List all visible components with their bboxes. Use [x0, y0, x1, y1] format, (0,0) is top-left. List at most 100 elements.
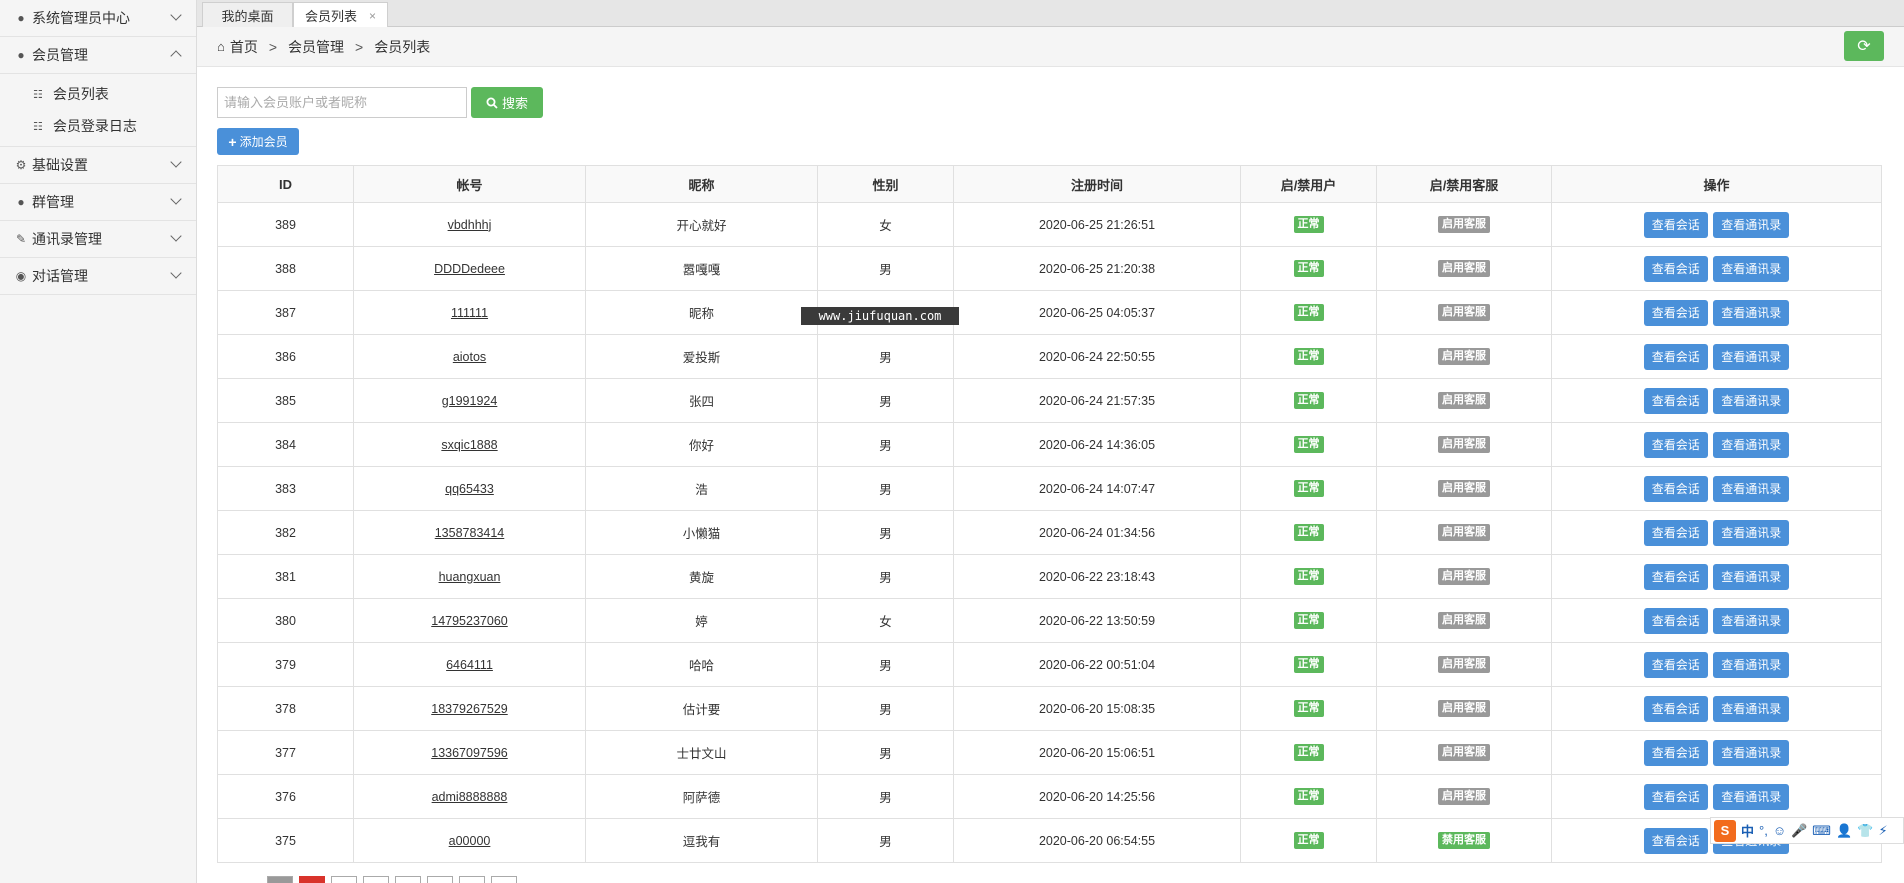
user-status-badge[interactable]: 正常 — [1293, 744, 1324, 761]
ime-lang-toggle[interactable]: 中 — [1741, 821, 1754, 840]
view-chat-button[interactable]: 查看会话 — [1643, 299, 1708, 326]
account-link[interactable]: 14795237060 — [431, 614, 507, 628]
account-link[interactable]: qq65433 — [445, 482, 494, 496]
cs-status-badge[interactable]: 启用客服 — [1438, 348, 1490, 365]
account-link[interactable]: 13367097596 — [431, 746, 507, 760]
page-button[interactable] — [491, 876, 517, 883]
sidebar-menu-item[interactable]: ● 群管理 — [0, 184, 196, 221]
user-status-badge[interactable]: 正常 — [1293, 304, 1324, 321]
view-contacts-button[interactable]: 查看通讯录 — [1713, 695, 1790, 722]
view-chat-button[interactable]: 查看会话 — [1643, 431, 1708, 458]
breadcrumb-home[interactable]: 首页 — [230, 37, 258, 57]
view-contacts-button[interactable]: 查看通讯录 — [1713, 739, 1790, 766]
user-status-badge[interactable]: 正常 — [1293, 216, 1324, 233]
view-contacts-button[interactable]: 查看通讯录 — [1713, 519, 1790, 546]
view-contacts-button[interactable]: 查看通讯录 — [1713, 211, 1790, 238]
ime-punct-toggle[interactable]: °, — [1759, 823, 1768, 838]
page-button[interactable] — [267, 876, 293, 883]
user-status-badge[interactable]: 正常 — [1293, 392, 1324, 409]
user-status-badge[interactable]: 正常 — [1293, 348, 1324, 365]
user-status-badge[interactable]: 正常 — [1293, 480, 1324, 497]
view-chat-button[interactable]: 查看会话 — [1643, 255, 1708, 282]
cs-status-badge[interactable]: 启用客服 — [1438, 568, 1490, 585]
view-chat-button[interactable]: 查看会话 — [1643, 475, 1708, 502]
view-contacts-button[interactable]: 查看通讯录 — [1713, 783, 1790, 810]
view-contacts-button[interactable]: 查看通讯录 — [1713, 343, 1790, 370]
sidebar-subitem[interactable]: ☷ 会员列表 — [0, 78, 196, 110]
cs-status-badge[interactable]: 启用客服 — [1438, 216, 1490, 233]
view-chat-button[interactable]: 查看会话 — [1643, 695, 1708, 722]
sidebar-menu-item[interactable]: ● 系统管理员中心 — [0, 0, 196, 37]
user-status-badge[interactable]: 正常 — [1293, 832, 1324, 849]
view-contacts-button[interactable]: 查看通讯录 — [1713, 475, 1790, 502]
sidebar-menu-item[interactable]: ⚙ 基础设置 — [0, 147, 196, 184]
cs-status-badge[interactable]: 启用客服 — [1438, 304, 1490, 321]
cs-status-badge[interactable]: 启用客服 — [1438, 480, 1490, 497]
view-chat-button[interactable]: 查看会话 — [1643, 343, 1708, 370]
page-button[interactable] — [459, 876, 485, 883]
cs-status-badge[interactable]: 启用客服 — [1438, 392, 1490, 409]
tab-my-desktop[interactable]: 我的桌面 — [202, 2, 293, 27]
account-link[interactable]: a00000 — [449, 834, 491, 848]
emoji-icon[interactable]: ☺ — [1773, 823, 1786, 838]
account-link[interactable]: aiotos — [453, 350, 486, 364]
view-contacts-button[interactable]: 查看通讯录 — [1713, 607, 1790, 634]
page-button-current[interactable] — [299, 876, 325, 883]
cs-status-badge[interactable]: 启用客服 — [1438, 700, 1490, 717]
account-link[interactable]: vbdhhhj — [448, 218, 492, 232]
account-link[interactable]: admi8888888 — [432, 790, 508, 804]
view-chat-button[interactable]: 查看会话 — [1643, 651, 1708, 678]
user-status-badge[interactable]: 正常 — [1293, 700, 1324, 717]
account-link[interactable]: 18379267529 — [431, 702, 507, 716]
view-contacts-button[interactable]: 查看通讯录 — [1713, 255, 1790, 282]
tools-icon[interactable]: ⚡ — [1878, 823, 1887, 839]
user-status-badge[interactable]: 正常 — [1293, 524, 1324, 541]
user-status-badge[interactable]: 正常 — [1293, 656, 1324, 673]
cs-status-badge[interactable]: 禁用客服 — [1438, 832, 1490, 849]
page-button[interactable] — [395, 876, 421, 883]
sidebar-subitem[interactable]: ☷ 会员登录日志 — [0, 110, 196, 142]
cs-status-badge[interactable]: 启用客服 — [1438, 612, 1490, 629]
user-icon[interactable]: 👤 — [1836, 823, 1852, 839]
account-link[interactable]: huangxuan — [439, 570, 501, 584]
cs-status-badge[interactable]: 启用客服 — [1438, 656, 1490, 673]
sidebar-menu-item[interactable]: ✎ 通讯录管理 — [0, 221, 196, 258]
account-link[interactable]: sxqic1888 — [441, 438, 497, 452]
view-chat-button[interactable]: 查看会话 — [1643, 563, 1708, 590]
account-link[interactable]: DDDDedeee — [434, 262, 505, 276]
tab-member-list[interactable]: 会员列表 × — [293, 2, 388, 28]
page-button[interactable] — [427, 876, 453, 883]
account-link[interactable]: 6464111 — [446, 658, 493, 672]
breadcrumb-member-management[interactable]: 会员管理 — [288, 37, 344, 57]
view-chat-button[interactable]: 查看会话 — [1643, 519, 1708, 546]
user-status-badge[interactable]: 正常 — [1293, 568, 1324, 585]
skin-icon[interactable]: 👕 — [1857, 823, 1873, 839]
view-contacts-button[interactable]: 查看通讯录 — [1713, 651, 1790, 678]
view-contacts-button[interactable]: 查看通讯录 — [1713, 431, 1790, 458]
cs-status-badge[interactable]: 启用客服 — [1438, 788, 1490, 805]
view-contacts-button[interactable]: 查看通讯录 — [1713, 299, 1790, 326]
keyboard-icon[interactable]: ⌨ — [1812, 823, 1831, 839]
user-status-badge[interactable]: 正常 — [1293, 788, 1324, 805]
cs-status-badge[interactable]: 启用客服 — [1438, 436, 1490, 453]
user-status-badge[interactable]: 正常 — [1293, 260, 1324, 277]
view-chat-button[interactable]: 查看会话 — [1643, 607, 1708, 634]
user-status-badge[interactable]: 正常 — [1293, 612, 1324, 629]
view-chat-button[interactable]: 查看会话 — [1643, 387, 1708, 414]
view-chat-button[interactable]: 查看会话 — [1643, 211, 1708, 238]
microphone-icon[interactable]: 🎤 — [1791, 823, 1807, 839]
view-chat-button[interactable]: 查看会话 — [1643, 783, 1708, 810]
view-contacts-button[interactable]: 查看通讯录 — [1713, 387, 1790, 414]
page-button[interactable] — [331, 876, 357, 883]
cs-status-badge[interactable]: 启用客服 — [1438, 524, 1490, 541]
refresh-button[interactable]: ⟳ — [1844, 31, 1884, 61]
view-contacts-button[interactable]: 查看通讯录 — [1713, 563, 1790, 590]
account-link[interactable]: 111111 — [451, 306, 488, 320]
view-chat-button[interactable]: 查看会话 — [1643, 739, 1708, 766]
account-link[interactable]: g1991924 — [442, 394, 498, 408]
search-button[interactable]: 搜索 — [471, 87, 543, 118]
user-status-badge[interactable]: 正常 — [1293, 436, 1324, 453]
search-input[interactable] — [217, 87, 467, 118]
page-button[interactable] — [363, 876, 389, 883]
sidebar-menu-item[interactable]: ◉ 对话管理 — [0, 258, 196, 295]
